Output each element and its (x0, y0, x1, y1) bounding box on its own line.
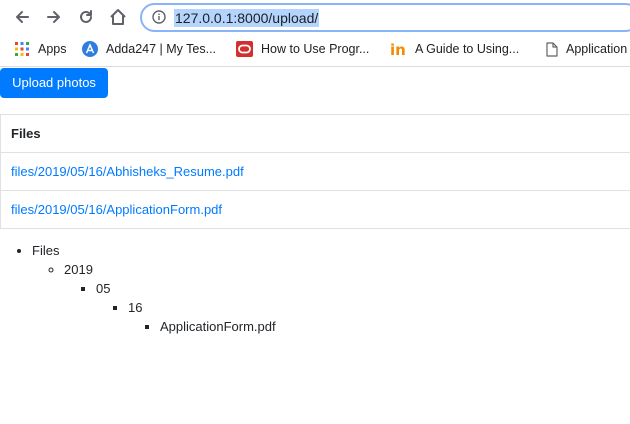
tree-item-file: ApplicationForm.pdf (160, 317, 276, 336)
bookmarks-bar: Apps Adda247 | My Tes... How to Use Prog… (0, 34, 630, 64)
bookmark-label: Adda247 | My Tes... (106, 42, 217, 56)
tree-list: 2019 05 16 ApplicationForm.pdf (32, 260, 276, 336)
tree-label: ApplicationForm.pdf (160, 319, 276, 334)
info-icon[interactable] (152, 10, 166, 29)
tree-label: 16 (128, 300, 143, 315)
table-row: files/2019/05/16/ApplicationForm.pdf (0, 190, 630, 229)
tree-label: 2019 (64, 262, 93, 277)
tree-label: 05 (96, 281, 111, 296)
table-header-row: Files (0, 114, 630, 153)
files-table: Files files/2019/05/16/Abhisheks_Resume.… (0, 114, 630, 229)
forward-button[interactable] (42, 5, 66, 29)
back-arrow-icon (16, 11, 29, 23)
back-button[interactable] (10, 5, 34, 29)
browser-toolbar: 127.0.0.1:8000/upload/ (0, 0, 630, 34)
file-link[interactable]: files/2019/05/16/Abhisheks_Resume.pdf (11, 164, 244, 179)
tree-list: 16 ApplicationForm.pdf (96, 298, 276, 336)
table-cell: files/2019/05/16/Abhisheks_Resume.pdf (0, 152, 630, 191)
document-icon (546, 41, 558, 57)
apps-grid-icon (14, 41, 30, 57)
bookmark-label: Apps (38, 42, 67, 56)
bookmark-apps[interactable]: Apps (14, 40, 67, 58)
file-link[interactable]: files/2019/05/16/ApplicationForm.pdf (11, 202, 222, 217)
tree-list: Files 2019 05 16 Applica (0, 241, 276, 336)
forward-arrow-icon (47, 11, 60, 23)
file-tree: Files 2019 05 16 Applica (0, 241, 276, 336)
adda247-icon (82, 41, 98, 57)
bookmark-guide[interactable]: in A Guide to Using... (390, 40, 519, 58)
toolbar-divider (0, 66, 630, 67)
bookmark-adda247[interactable]: Adda247 | My Tes... (82, 40, 216, 58)
upload-photos-button[interactable]: Upload photos (0, 68, 108, 98)
url-text[interactable]: 127.0.0.1:8000/upload/ (174, 9, 320, 27)
in-icon: in (390, 41, 407, 57)
svg-text:in: in (390, 41, 406, 57)
table-row: files/2019/05/16/Abhisheks_Resume.pdf (0, 152, 630, 191)
tree-item-year: 2019 05 16 ApplicationForm.pdf (64, 260, 276, 336)
reload-button[interactable] (74, 5, 98, 29)
tree-list: ApplicationForm.pdf (128, 317, 276, 336)
tree-list: 05 16 ApplicationForm.pdf (64, 279, 276, 336)
home-button[interactable] (106, 5, 130, 29)
tree-item-month: 05 16 ApplicationForm.pdf (96, 279, 276, 336)
bookmark-label: A Guide to Using... (415, 42, 520, 56)
bookmark-label: How to Use Progr... (261, 42, 370, 56)
table-cell: files/2019/05/16/ApplicationForm.pdf (0, 190, 630, 229)
tree-item-day: 16 ApplicationForm.pdf (128, 298, 276, 336)
bookmark-label: Application (566, 42, 628, 56)
tree-label: Files (32, 243, 60, 258)
tree-item-root: Files 2019 05 16 Applica (32, 241, 276, 336)
address-bar[interactable]: 127.0.0.1:8000/upload/ (140, 3, 630, 32)
reload-icon (80, 10, 92, 23)
oracle-icon (236, 41, 253, 57)
home-icon (110, 9, 126, 25)
table-header-files: Files (0, 114, 630, 153)
bookmark-progr[interactable]: How to Use Progr... (236, 40, 369, 58)
bookmark-application[interactable]: Application (546, 40, 627, 58)
